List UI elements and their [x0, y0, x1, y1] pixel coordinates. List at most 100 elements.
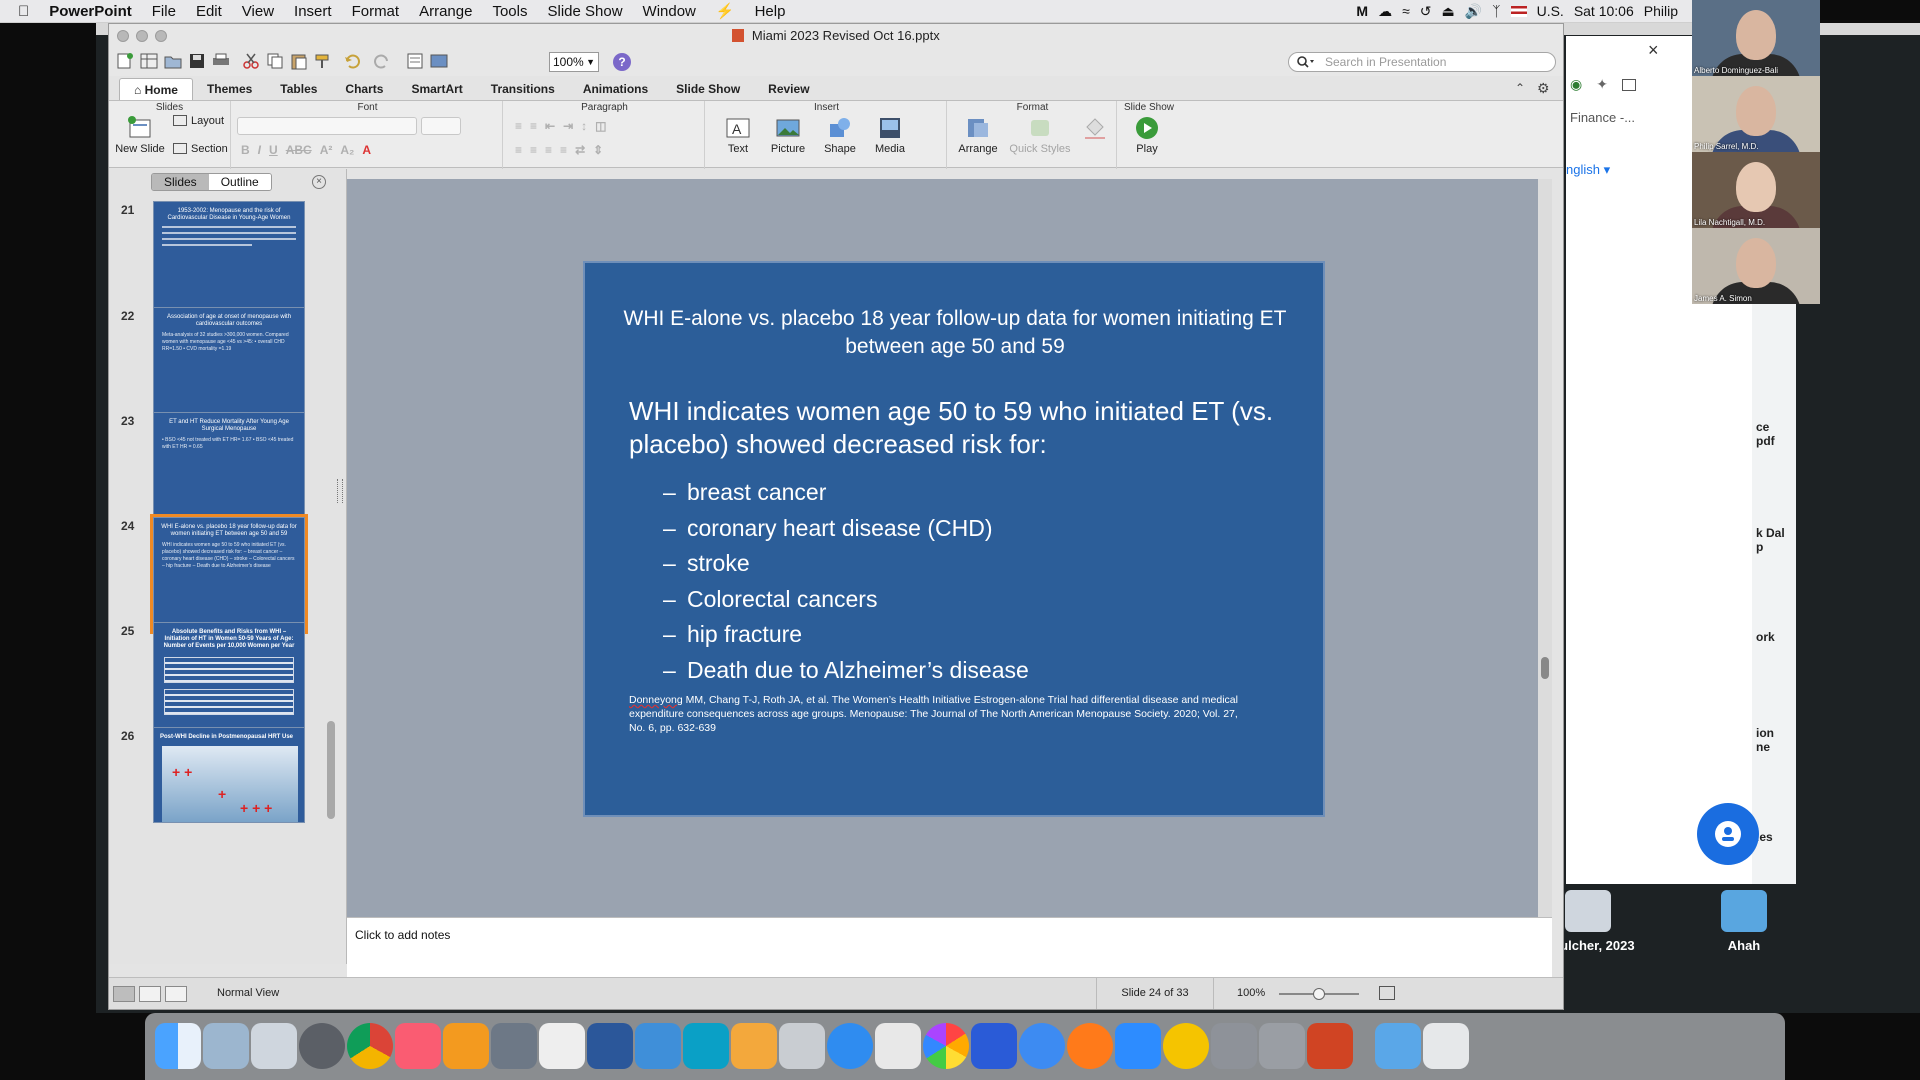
- tab-home[interactable]: ⌂ Home: [119, 78, 193, 100]
- presenter-view-button[interactable]: [165, 986, 187, 1002]
- tab-tables[interactable]: Tables: [266, 78, 331, 100]
- window-close-button[interactable]: [117, 30, 129, 42]
- powerpoint-dock-icon[interactable]: [1307, 1023, 1353, 1069]
- disk-utility-icon[interactable]: [1211, 1023, 1257, 1069]
- migration-assistant-icon[interactable]: [203, 1023, 249, 1069]
- bold-icon[interactable]: B: [241, 143, 250, 157]
- script-editor-icon[interactable]: [491, 1023, 537, 1069]
- slide-thumbnail-25[interactable]: Absolute Benefits and Risks from WHI – I…: [153, 622, 305, 736]
- columns-icon[interactable]: ◫: [595, 119, 606, 133]
- menu-help[interactable]: Help: [745, 3, 796, 20]
- slide-lead-text[interactable]: WHI indicates women age 50 to 59 who ini…: [629, 395, 1289, 461]
- preview-icon[interactable]: [779, 1023, 825, 1069]
- italic-icon[interactable]: I: [258, 143, 261, 157]
- format-painter-icon[interactable]: [313, 52, 333, 70]
- window-minimize-button[interactable]: [136, 30, 148, 42]
- tab-transitions[interactable]: Transitions: [477, 78, 569, 100]
- strikethrough-icon[interactable]: ABC: [286, 143, 312, 157]
- menu-format[interactable]: Format: [342, 3, 410, 20]
- save-icon[interactable]: [187, 52, 207, 70]
- close-pane-icon[interactable]: ×: [312, 175, 326, 189]
- slide-reference[interactable]: Donneyong MM, Chang T-J, Roth JA, et al.…: [629, 693, 1249, 735]
- outdent-icon[interactable]: ⇤: [545, 119, 555, 133]
- downloads-folder-icon[interactable]: [1375, 1023, 1421, 1069]
- menu-edit[interactable]: Edit: [186, 3, 232, 20]
- video-tile[interactable]: James A. Simon: [1692, 228, 1820, 304]
- text-direction-icon[interactable]: ⇄: [575, 143, 585, 157]
- mail-status-icon[interactable]: M: [1356, 3, 1368, 19]
- slide-thumbnail-23[interactable]: ET and HT Reduce Mortality After Young A…: [153, 412, 305, 526]
- media-browser-icon[interactable]: [429, 52, 449, 70]
- tab-slides[interactable]: Slides: [152, 174, 209, 190]
- quick-styles-button[interactable]: Quick Styles: [1005, 115, 1075, 155]
- insert-picture-button[interactable]: Picture: [765, 115, 811, 155]
- textedit-icon[interactable]: [539, 1023, 585, 1069]
- menu-view[interactable]: View: [232, 3, 284, 20]
- script-menu-icon[interactable]: ⚡: [706, 2, 745, 20]
- finder-icon[interactable]: [155, 1023, 201, 1069]
- new-slide-button[interactable]: New Slide: [113, 115, 167, 155]
- slide-thumbnail-26[interactable]: Post-WHI Decline in Postmenopausal HRT U…: [153, 727, 305, 823]
- align-left-icon[interactable]: ≡: [515, 143, 522, 157]
- time-machine-icon[interactable]: ↺: [1420, 3, 1432, 20]
- browser-language-select[interactable]: nglish ▾: [1566, 162, 1610, 178]
- window-zoom-button[interactable]: [155, 30, 167, 42]
- mail-m-icon[interactable]: [971, 1023, 1017, 1069]
- tab-themes[interactable]: Themes: [193, 78, 266, 100]
- slide-canvas[interactable]: WHI E-alone vs. placebo 18 year follow-u…: [347, 179, 1552, 917]
- tab-charts[interactable]: Charts: [331, 78, 397, 100]
- numbering-icon[interactable]: ≡: [530, 119, 537, 133]
- word-icon[interactable]: [587, 1023, 633, 1069]
- sync-status-icon[interactable]: ☁: [1378, 3, 1392, 20]
- slide-bullet-list[interactable]: – breast cancer – coronary heart disease (…: [663, 475, 1029, 688]
- align-center-icon[interactable]: ≡: [530, 143, 537, 157]
- books-icon[interactable]: [443, 1023, 489, 1069]
- menu-file[interactable]: File: [142, 3, 186, 20]
- messages-icon[interactable]: [1019, 1023, 1065, 1069]
- play-button[interactable]: Play: [1125, 115, 1169, 155]
- menu-insert[interactable]: Insert: [284, 3, 342, 20]
- location-pin-icon[interactable]: ◉: [1570, 76, 1582, 93]
- tab-animations[interactable]: Animations: [569, 78, 662, 100]
- arrange-button[interactable]: Arrange: [953, 115, 1003, 155]
- calculator-icon[interactable]: [731, 1023, 777, 1069]
- apple-menu-icon[interactable]: : [0, 3, 39, 20]
- justify-icon[interactable]: ≡: [560, 143, 567, 157]
- video-tile[interactable]: Philip Sarrel, M.D.: [1692, 76, 1820, 152]
- canvas-scrollbar[interactable]: [1538, 179, 1552, 917]
- help-icon[interactable]: ?: [613, 53, 631, 71]
- zoom-icon[interactable]: [1115, 1023, 1161, 1069]
- section-button[interactable]: Section: [173, 143, 229, 155]
- insert-shape-button[interactable]: Shape: [817, 115, 863, 155]
- underline-icon[interactable]: U: [269, 143, 278, 157]
- slide-thumbnail-21[interactable]: 1953-2002: Menopause and the risk of Car…: [153, 201, 305, 315]
- wifi-icon[interactable]: ≈: [1402, 3, 1410, 19]
- fit-to-window-icon[interactable]: [1379, 986, 1395, 1000]
- extension-icon[interactable]: ✦: [1596, 76, 1608, 93]
- browser-finance-link[interactable]: Finance -...: [1570, 110, 1635, 125]
- insert-text-button[interactable]: A Text: [715, 115, 761, 155]
- canvas-scroll-thumb[interactable]: [1541, 657, 1549, 679]
- tab-outline[interactable]: Outline: [208, 174, 271, 190]
- templates-icon[interactable]: [139, 52, 159, 70]
- tab-slide-show[interactable]: Slide Show: [662, 78, 754, 100]
- bluetooth-icon[interactable]: ᛉ: [1492, 3, 1500, 19]
- align-text-icon[interactable]: ⇕: [593, 143, 603, 157]
- slide-title[interactable]: WHI E-alone vs. placebo 18 year follow-u…: [615, 305, 1295, 361]
- system-preferences-icon[interactable]: [299, 1023, 345, 1069]
- copy-icon[interactable]: [265, 52, 285, 70]
- volume-icon[interactable]: 🔊: [1465, 3, 1482, 20]
- font-name-select[interactable]: [237, 117, 417, 135]
- input-source-label[interactable]: U.S.: [1537, 3, 1564, 19]
- norton-icon[interactable]: [1163, 1023, 1209, 1069]
- pane-splitter[interactable]: [337, 479, 343, 503]
- sidebar-toggle-icon[interactable]: [1621, 78, 1636, 91]
- browser-tab-close-icon[interactable]: ×: [1648, 40, 1659, 61]
- search-input[interactable]: Search in Presentation: [1288, 52, 1556, 72]
- zoom-select[interactable]: 100% ▼: [549, 52, 599, 72]
- assistant-button[interactable]: [1697, 803, 1759, 865]
- font-color-icon[interactable]: A: [362, 143, 371, 157]
- redo-icon[interactable]: [371, 52, 391, 70]
- chrome-icon[interactable]: [347, 1023, 393, 1069]
- indent-icon[interactable]: ⇥: [563, 119, 573, 133]
